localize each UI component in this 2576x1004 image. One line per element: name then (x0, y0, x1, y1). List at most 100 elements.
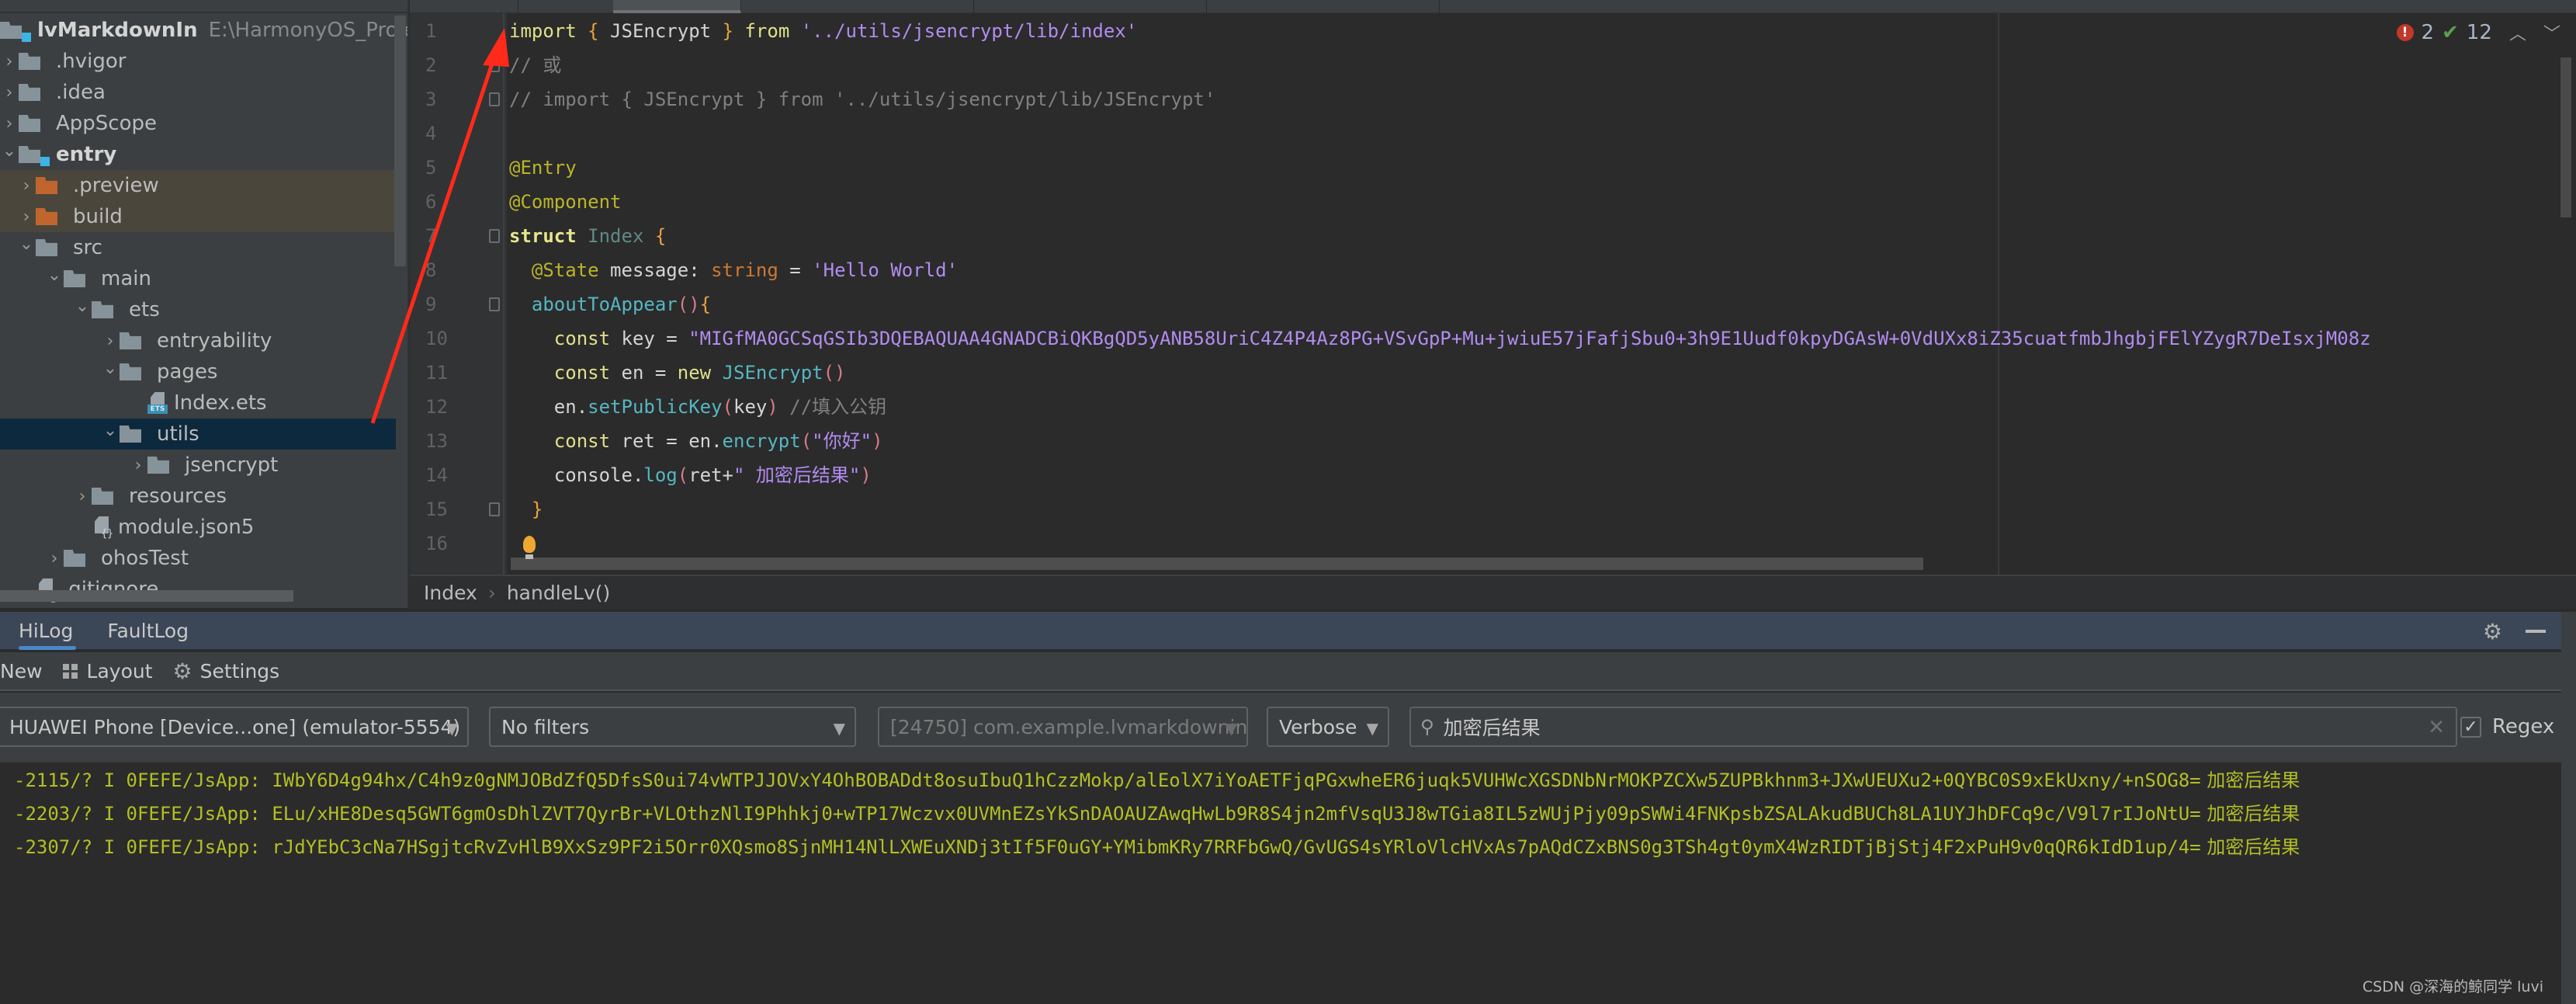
code-line[interactable]: 16 (410, 526, 2576, 561)
chevron-down-icon[interactable]: ⌄ (101, 415, 120, 446)
code-token: new (677, 362, 712, 384)
code-line[interactable]: 9 aboutToAppear(){ (410, 287, 2576, 321)
code-line[interactable]: 3 // import { JSEncrypt } from '../utils/… (410, 82, 2576, 116)
chevron-right-icon[interactable]: › (0, 108, 19, 139)
tree-item-entry[interactable]: ⌄ entry (0, 139, 396, 170)
regex-checkbox[interactable]: ✓ (2460, 716, 2481, 738)
editor-tab[interactable] (410, 0, 518, 13)
chevron-right-icon[interactable]: › (0, 77, 19, 108)
log-line[interactable]: -2307/? I 0FEFE/JsApp: rJdYEbC3cNa7HSgjt… (14, 831, 2300, 863)
settings-gear-icon: ⚙ (172, 658, 192, 684)
filter-select[interactable]: No filters ▼ (489, 707, 856, 747)
tree-item-jsencrypt[interactable]: › jsencrypt (0, 450, 396, 481)
tree-item-hvigor[interactable]: › .hvigor (0, 46, 396, 77)
tree-item-build[interactable]: › build (0, 201, 396, 232)
tree-item-src[interactable]: ⌄ src (0, 232, 396, 263)
code-line[interactable]: 12 en.setPublicKey(key) //填入公钥 (410, 390, 2576, 424)
log-output[interactable]: -2115/? I 0FEFE/JsApp: IWbY6D4g94hx/C4h9… (0, 761, 2561, 1004)
code-line[interactable]: 15 } (410, 492, 2576, 526)
next-highlight-icon[interactable]: ﹀ (2543, 20, 2560, 45)
fold-marker-icon[interactable] (489, 502, 500, 516)
chevron-down-icon[interactable]: ⌄ (0, 135, 19, 166)
chevron-right-icon[interactable]: › (17, 201, 36, 232)
process-select[interactable]: [24750] com.example.lvmarkdownin ▼ (878, 707, 1248, 747)
code-line[interactable]: 8 @State message: string = 'Hello World' (410, 253, 2576, 287)
tab-faultlog[interactable]: FaultLog (96, 611, 199, 650)
code-token: ) (860, 464, 872, 486)
settings-button[interactable]: ⚙ Settings (173, 658, 280, 684)
gear-icon[interactable]: ⚙ (2483, 619, 2502, 644)
code-token: () (677, 294, 700, 315)
chevron-right-icon[interactable]: › (129, 450, 147, 481)
project-tree-vertical-scrollbar[interactable] (394, 16, 406, 266)
chevron-down-icon[interactable]: ⌄ (101, 353, 120, 384)
chevron-right-icon[interactable]: › (45, 543, 64, 574)
editor-tab[interactable] (1207, 0, 1440, 13)
code-line[interactable]: 6 @Component (410, 185, 2576, 219)
code-token: { (699, 294, 712, 315)
lightbulb-intention-icon[interactable] (523, 536, 536, 559)
fold-marker-icon[interactable] (489, 229, 500, 243)
code-editor[interactable]: 1 import { JSEncrypt } from '../utils/jse… (410, 0, 2576, 575)
breadcrumb-item-function[interactable]: handleLv() (507, 582, 610, 604)
fold-marker-icon[interactable] (489, 92, 500, 106)
tree-item-appscope[interactable]: › AppScope (0, 108, 396, 139)
line-number: 12 (425, 396, 448, 418)
editor-horizontal-scrollbar[interactable] (511, 558, 1923, 570)
inspection-widget[interactable]: ! 2 ✔ 12 ︿ ﹀ (2396, 19, 2560, 47)
new-button[interactable]: New (0, 660, 43, 683)
regex-toggle[interactable]: ✓ Regex (2460, 707, 2554, 747)
previous-highlight-icon[interactable]: ︿ (2509, 20, 2526, 45)
log-line[interactable]: -2203/? I 0FEFE/JsApp: ELu/xHE8Desq5GWT6… (14, 797, 2300, 830)
tree-item-lvmarkdownin[interactable]: lvMarkdownIn E:\HarmonyOS_Project\lvM (0, 15, 407, 46)
tree-item-utils[interactable]: ⌄ utils (0, 419, 396, 450)
chevron-right-icon[interactable]: › (101, 325, 120, 356)
code-line[interactable]: 2 // 或 (410, 48, 2576, 82)
tab-hilog[interactable]: HiLog (8, 611, 84, 650)
tree-item-ets[interactable]: ⌄ ets (0, 294, 396, 325)
log-search-input[interactable]: ⚲ 加密后结果 ✕ (1409, 707, 2457, 747)
code-line[interactable]: 11 const en = new JSEncrypt() (410, 356, 2576, 390)
chevron-down-icon[interactable]: ⌄ (45, 259, 64, 290)
tree-item-index-ets[interactable]: ETS Index.ets (0, 387, 396, 419)
breadcrumb-item-index[interactable]: Index (424, 582, 477, 604)
tree-item-resources[interactable]: › resources (0, 481, 396, 512)
tree-item-pages[interactable]: ⌄ pages (0, 356, 396, 387)
tree-item-main[interactable]: ⌄ main (0, 263, 396, 294)
clear-search-icon[interactable]: ✕ (2428, 716, 2445, 739)
editor-tab-active[interactable] (613, 0, 741, 13)
log-level-select[interactable]: Verbose ▼ (1267, 707, 1389, 747)
code-line[interactable]: 5 @Entry (410, 151, 2576, 185)
project-tree-horizontal-scrollbar[interactable] (0, 590, 293, 602)
code-line[interactable]: 10 const key = "MIGfMA0GCSqGSIb3DQEBAQUA… (410, 321, 2576, 356)
code-line[interactable]: 13 const ret = en.encrypt("你好") (410, 424, 2576, 458)
fold-marker-icon[interactable] (489, 297, 500, 311)
tree-item-ohostest[interactable]: › ohosTest (0, 543, 396, 574)
tree-item-entryability[interactable]: › entryability (0, 325, 396, 356)
tree-item-idea[interactable]: › .idea (0, 77, 396, 108)
chevron-down-icon[interactable]: ⌄ (17, 228, 36, 259)
editor-vertical-scrollbar[interactable] (2560, 57, 2571, 217)
editor-tab[interactable] (741, 0, 974, 13)
device-select[interactable]: HUAWEI Phone [Device...one] (emulator-55… (0, 707, 469, 747)
tree-item-module-json5[interactable]: {} module.json5 (0, 512, 396, 543)
code-token: const (553, 328, 611, 349)
code-line[interactable]: 1 import { JSEncrypt } from '../utils/jse… (410, 14, 2576, 48)
minimize-icon[interactable] (2526, 630, 2546, 633)
chevron-down-icon[interactable]: ⌄ (73, 290, 92, 321)
chevron-right-icon[interactable]: › (17, 170, 36, 201)
fold-marker-icon[interactable] (489, 58, 500, 72)
code-line[interactable]: 14 console.log(ret+" 加密后结果") (410, 458, 2576, 492)
chevron-right-icon[interactable]: › (0, 46, 19, 77)
line-number: 6 (425, 191, 437, 213)
chevron-right-icon[interactable]: › (73, 481, 92, 512)
layout-button[interactable]: Layout (62, 660, 153, 683)
editor-tab[interactable] (974, 0, 1207, 13)
tree-item-preview[interactable]: › .preview (0, 170, 396, 201)
code-line[interactable]: 7 struct Index { (410, 219, 2576, 253)
log-line-suffix: 加密后结果 (2200, 770, 2300, 791)
code-text: @Entry (509, 151, 577, 185)
code-line[interactable]: 4 (410, 116, 2576, 151)
log-line[interactable]: -2115/? I 0FEFE/JsApp: IWbY6D4g94hx/C4h9… (14, 764, 2300, 797)
